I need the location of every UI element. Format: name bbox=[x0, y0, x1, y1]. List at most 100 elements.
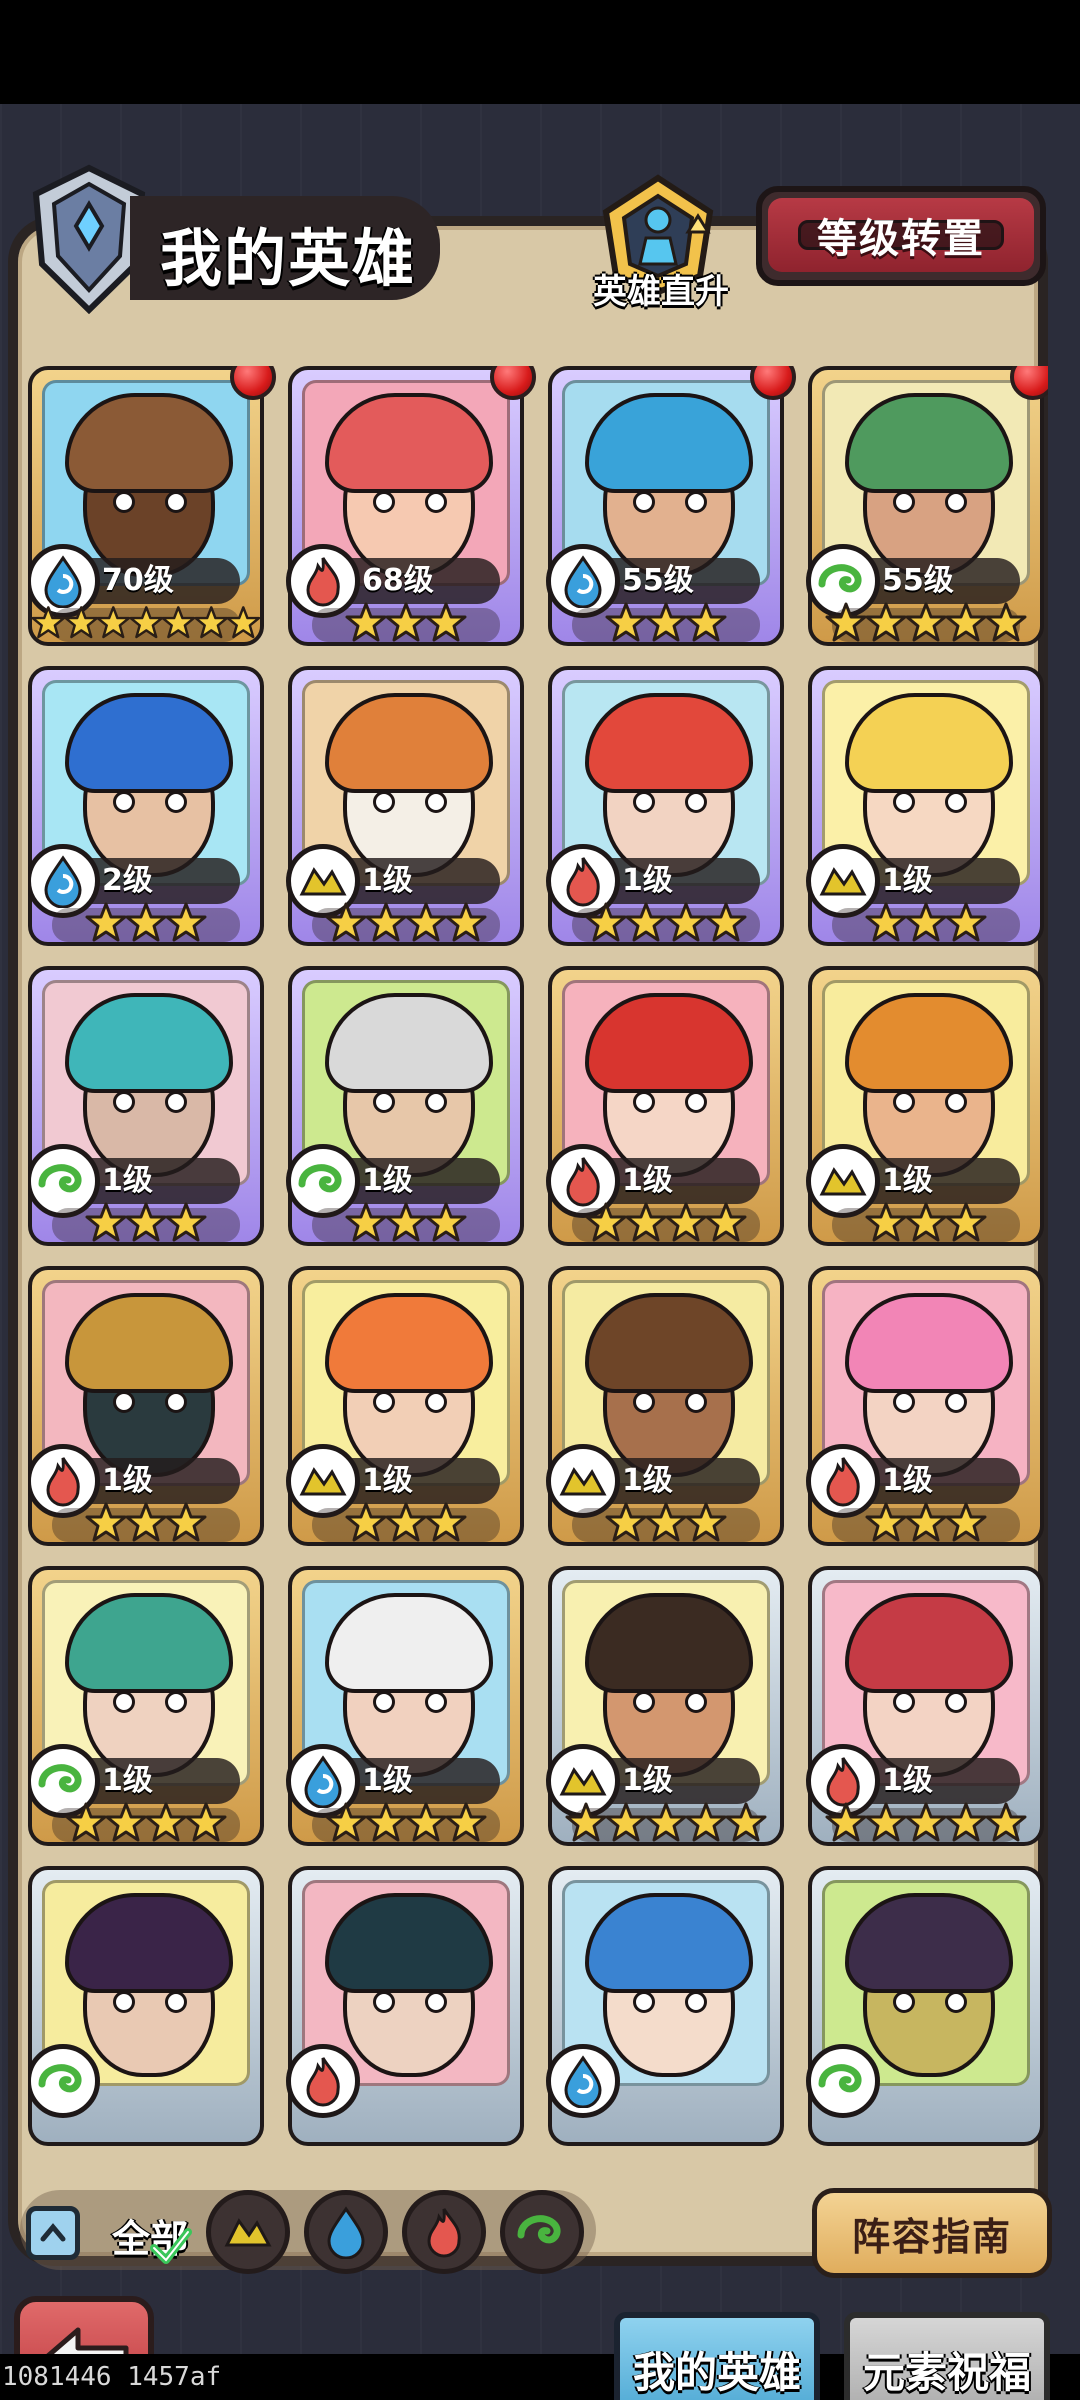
hero-card[interactable]: 55级 bbox=[546, 366, 796, 646]
hero-hair bbox=[845, 1893, 1013, 1993]
hero-card[interactable]: 1级 bbox=[28, 1266, 264, 1546]
star-icon bbox=[345, 602, 387, 642]
checkmark-icon bbox=[150, 2228, 192, 2264]
star-icon bbox=[945, 1502, 987, 1542]
star-icon bbox=[165, 902, 207, 942]
star-icon bbox=[685, 602, 727, 642]
star-icon bbox=[705, 1202, 747, 1242]
hero-eye bbox=[685, 1691, 707, 1713]
star-icon bbox=[31, 606, 66, 639]
hero-card[interactable]: 1级 bbox=[806, 666, 1044, 946]
level-transfer-button[interactable]: 等级转置 bbox=[756, 186, 1046, 286]
hero-eye bbox=[165, 1391, 187, 1413]
hero-card[interactable]: 1级 bbox=[806, 1266, 1044, 1546]
hero-card[interactable] bbox=[28, 1866, 264, 2146]
hero-card[interactable]: 1级 bbox=[286, 1266, 524, 1546]
star-icon bbox=[365, 902, 407, 942]
hero-eye bbox=[425, 791, 447, 813]
filter-water-button[interactable] bbox=[304, 2190, 388, 2274]
star-icon bbox=[125, 1202, 167, 1242]
star-icon bbox=[405, 902, 447, 942]
star-icon bbox=[865, 1202, 907, 1242]
lineup-guide-button[interactable]: 阵容指南 bbox=[812, 2188, 1052, 2278]
hero-card[interactable] bbox=[546, 1866, 784, 2146]
hero-card[interactable]: 1级 bbox=[546, 666, 784, 946]
hero-hair bbox=[325, 693, 493, 793]
hero-eye bbox=[633, 1091, 655, 1113]
star-icon bbox=[385, 1502, 427, 1542]
hero-eye bbox=[165, 1991, 187, 2013]
hero-card[interactable]: 55级 bbox=[806, 366, 1048, 646]
hero-eye bbox=[633, 491, 655, 513]
hero-card[interactable]: 1级 bbox=[546, 1566, 784, 1846]
star-icon bbox=[985, 1802, 1027, 1842]
hero-hair bbox=[845, 1593, 1013, 1693]
star-icon bbox=[945, 602, 987, 642]
hero-level: 1级 bbox=[102, 1763, 153, 1798]
star-rating bbox=[812, 1502, 1040, 1546]
hero-card[interactable]: 68级 bbox=[286, 366, 536, 646]
hero-card[interactable]: 1级 bbox=[28, 1566, 264, 1846]
hero-card[interactable]: 1级 bbox=[546, 966, 784, 1246]
filter-wind-button[interactable] bbox=[500, 2190, 584, 2274]
star-icon bbox=[605, 1802, 647, 1842]
star-icon bbox=[226, 606, 261, 639]
hero-card[interactable]: 2级 bbox=[28, 666, 264, 946]
tab-my-heroes[interactable]: 我的英雄 bbox=[614, 2312, 820, 2400]
hero-eye bbox=[165, 491, 187, 513]
star-rating bbox=[552, 1502, 780, 1546]
star-icon bbox=[105, 1802, 147, 1842]
star-rating bbox=[32, 1802, 260, 1846]
tab-element-blessing[interactable]: 元素祝福 bbox=[844, 2312, 1050, 2400]
hero-eye bbox=[893, 1991, 915, 2013]
filter-earth-button[interactable] bbox=[206, 2190, 290, 2274]
star-icon bbox=[865, 902, 907, 942]
hero-card[interactable]: 1级 bbox=[28, 966, 264, 1246]
hero-card[interactable] bbox=[806, 1866, 1044, 2146]
hero-card[interactable]: 1级 bbox=[546, 1266, 784, 1546]
star-rating bbox=[292, 1502, 520, 1546]
star-icon bbox=[345, 1202, 387, 1242]
star-icon bbox=[905, 1802, 947, 1842]
star-icon bbox=[125, 902, 167, 942]
fire-element-icon bbox=[427, 2208, 461, 2258]
earth-element-icon bbox=[224, 2218, 272, 2247]
hero-level: 55级 bbox=[882, 563, 954, 598]
hero-card[interactable] bbox=[286, 1866, 524, 2146]
star-icon bbox=[565, 1802, 607, 1842]
hero-card[interactable]: 1级 bbox=[806, 966, 1044, 1246]
hero-eye bbox=[945, 1991, 967, 2013]
star-icon bbox=[85, 1502, 127, 1542]
hero-level: 1级 bbox=[362, 863, 413, 898]
star-icon bbox=[825, 602, 867, 642]
star-icon bbox=[125, 1502, 167, 1542]
hero-grid: 70级 68级 55级 55级 2级 1级 1级 1级 1级 1级 1级 1级 1级 1级 1级 1级 1级 1级… bbox=[28, 366, 1048, 2154]
hero-card[interactable]: 1级 bbox=[286, 1566, 524, 1846]
hero-card[interactable]: 1级 bbox=[806, 1566, 1044, 1846]
hero-card[interactable]: 70级 bbox=[28, 366, 276, 646]
filter-fire-button[interactable] bbox=[402, 2190, 486, 2274]
hero-level: 1级 bbox=[622, 1163, 673, 1198]
star-icon bbox=[705, 902, 747, 942]
star-icon bbox=[645, 1502, 687, 1542]
star-icon bbox=[445, 1802, 487, 1842]
fire-element-icon bbox=[286, 2044, 360, 2118]
star-icon bbox=[165, 1202, 207, 1242]
page-title: 我的英雄 bbox=[160, 222, 417, 295]
hero-eye bbox=[633, 1691, 655, 1713]
star-icon bbox=[645, 602, 687, 642]
star-rating bbox=[292, 602, 520, 646]
hero-card[interactable]: 1级 bbox=[286, 966, 524, 1246]
collapse-filter-button[interactable] bbox=[26, 2206, 80, 2260]
hero-hair bbox=[585, 393, 753, 493]
star-icon bbox=[425, 1502, 467, 1542]
star-icon bbox=[665, 1202, 707, 1242]
star-icon bbox=[685, 1502, 727, 1542]
star-icon bbox=[945, 1802, 987, 1842]
star-icon bbox=[865, 602, 907, 642]
hero-card[interactable]: 1级 bbox=[286, 666, 524, 946]
hero-direct-upgrade-label: 英雄直升 bbox=[593, 272, 729, 312]
star-rating bbox=[812, 902, 1040, 946]
star-icon bbox=[685, 1802, 727, 1842]
hero-level: 1级 bbox=[102, 1163, 153, 1198]
